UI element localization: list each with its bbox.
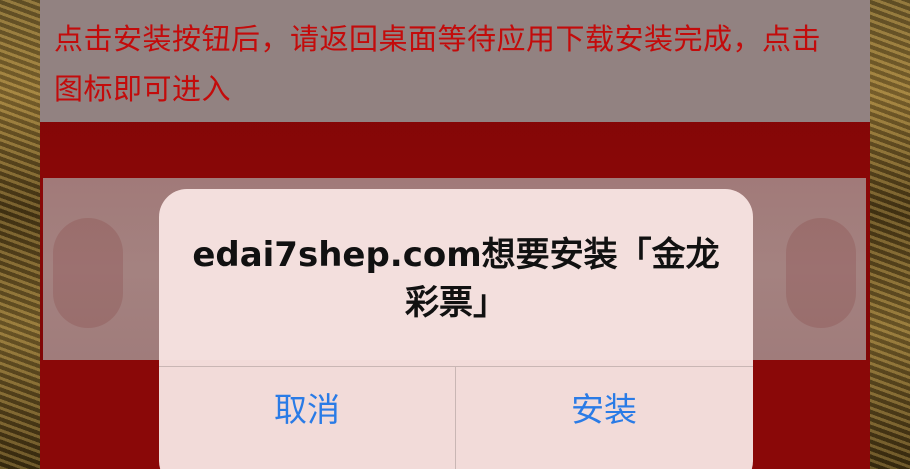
- alert-title: edai7shep.com想要安装「金龙彩票」: [192, 235, 720, 323]
- cancel-button[interactable]: 取消: [159, 367, 455, 447]
- install-button[interactable]: 安装: [456, 367, 752, 447]
- install-alert-dialog: edai7shep.com想要安装「金龙彩票」 取消 安装: [159, 189, 753, 469]
- screen: 点击安装按钮后，请返回桌面等待应用下载安装完成，点击图标即可进入 edai7sh…: [0, 0, 910, 469]
